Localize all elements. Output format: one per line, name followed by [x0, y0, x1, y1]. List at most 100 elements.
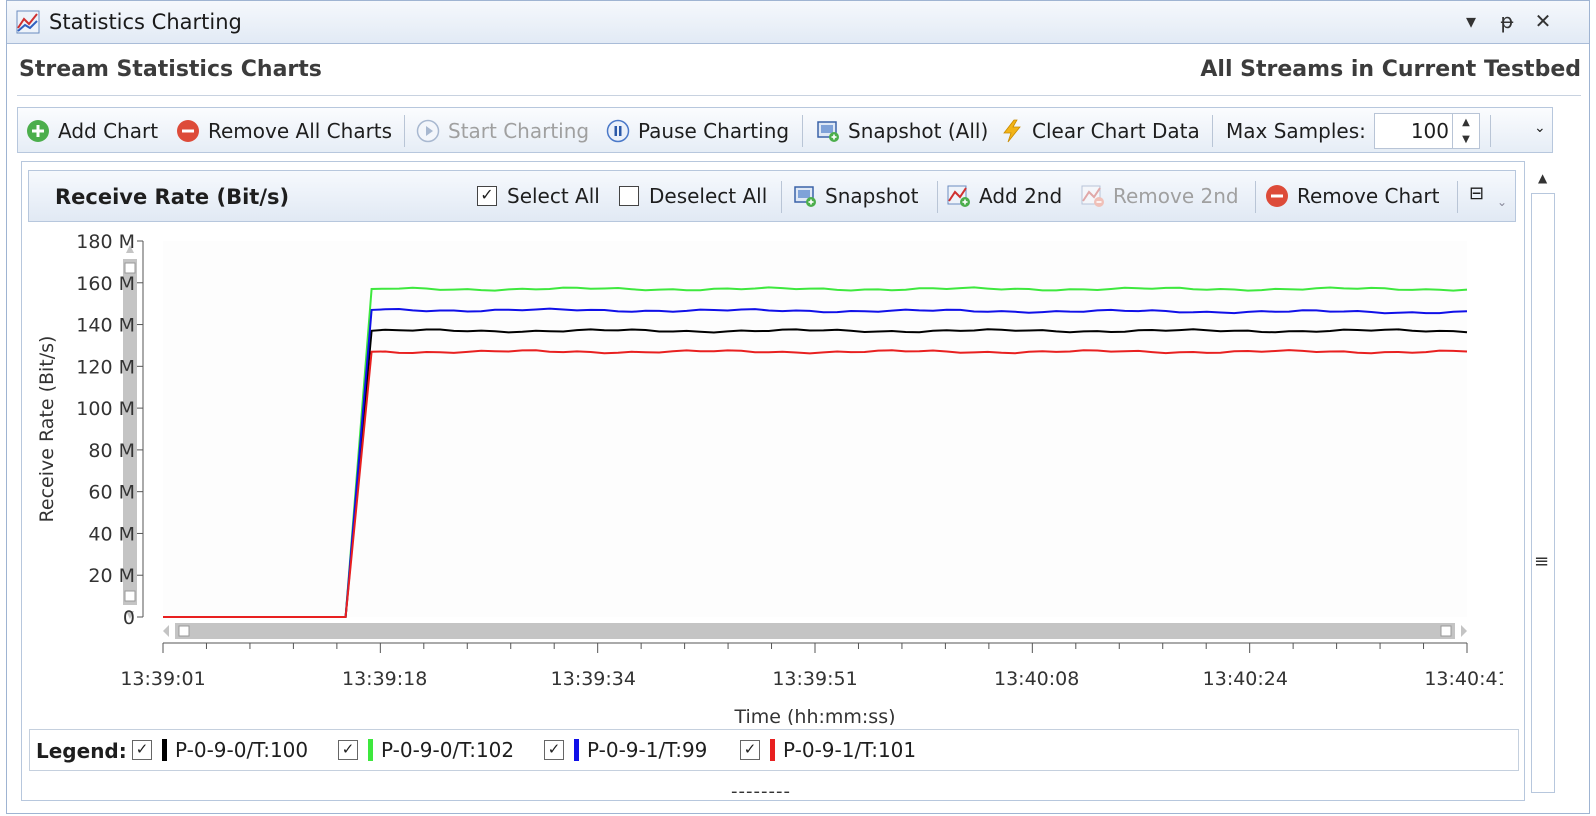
legend-checkbox-icon[interactable]: ✓ [740, 740, 760, 760]
scroll-up-arrow-icon[interactable]: ▲ [1538, 171, 1547, 185]
receive-rate-chart: 0 20 M 40 M 60 M 80 M 100 M 120 M 140 M 160 M 180… [36, 231, 1503, 725]
legend-label: P-0-9-1/T:99 [587, 738, 708, 762]
chart-toolbar: Receive Rate (Bit/s) ✓ Select All Desele… [28, 170, 1516, 222]
snapshot-button[interactable]: Snapshot [793, 181, 919, 211]
legend-item[interactable]: ✓ P-0-9-1/T:99 [544, 738, 707, 762]
y-tick-label: 180 M [76, 231, 135, 253]
legend-label: P-0-9-1/T:101 [783, 738, 917, 762]
x-axis-label: Time (hh:mm:ss) [733, 706, 895, 725]
y-slider-handle-bottom [124, 590, 136, 602]
add-chart-label: Add Chart [58, 119, 159, 143]
remove-2nd-button[interactable]: Remove 2nd [1081, 181, 1239, 211]
toolbar-separator [802, 115, 803, 147]
start-charting-button[interactable]: Start Charting [416, 117, 589, 145]
legend-swatch [368, 739, 373, 761]
chart-toolbar-overflow-icon[interactable]: ⌄ [1497, 195, 1507, 209]
pin-icon[interactable]: ᵽ [1495, 9, 1519, 33]
chart-toolbar-separator [781, 181, 782, 213]
y-tick-label: 120 M [76, 356, 135, 378]
remove-chart-label: Remove Chart [1297, 184, 1440, 208]
main-toolbar: Add Chart Remove All Charts Start Charti… [17, 107, 1553, 153]
toolbar-overflow-icon[interactable]: ⌄ [1534, 120, 1546, 136]
x-range-slider [175, 623, 1455, 639]
chart-app-icon [16, 10, 40, 34]
x-slider-handle-left [178, 625, 190, 637]
y-tick-label: 100 M [76, 398, 135, 420]
pause-charting-button[interactable]: Pause Charting [606, 117, 789, 145]
scrollbar-thumb[interactable] [1531, 193, 1555, 793]
x-tick-label: 13:39:51 [772, 668, 857, 690]
play-icon [416, 119, 440, 143]
remove-icon [1266, 185, 1288, 207]
snapshot-all-button[interactable]: Snapshot (All) [816, 117, 988, 145]
remove-all-charts-button[interactable]: Remove All Charts [176, 117, 392, 145]
legend-item[interactable]: ✓ P-0-9-0/T:100 [132, 738, 308, 762]
x-tick-label: 13:39:18 [342, 668, 427, 690]
snapshot-icon [817, 121, 839, 142]
chart-toolbar-separator [937, 181, 938, 213]
max-samples-label: Max Samples: [1226, 117, 1366, 145]
remove-chart-button[interactable]: Remove Chart [1265, 181, 1439, 211]
max-samples-stepper[interactable]: 100 ▲ ▼ [1374, 113, 1480, 149]
scope-heading: All Streams in Current Testbed [1200, 57, 1581, 82]
legend-item[interactable]: ✓ P-0-9-1/T:101 [740, 738, 916, 762]
x-tick-label: 13:39:34 [551, 668, 636, 690]
y-range-slider [123, 259, 137, 605]
y-tick-label: 20 M [88, 565, 135, 587]
increment-arrow-icon[interactable]: ▲ [1452, 114, 1479, 131]
clear-chart-data-label: Clear Chart Data [1032, 119, 1200, 143]
snapshot-label: Snapshot [825, 184, 919, 208]
y-axis-label: Receive Rate (Bit/s) [36, 336, 58, 523]
y-tick-label: 60 M [88, 482, 135, 504]
chart-toolbar-separator [1457, 181, 1458, 213]
scroll-grip-icon[interactable]: ≡ [1534, 551, 1549, 572]
select-all-button[interactable]: ✓ Select All [477, 181, 600, 211]
x-slider-handle-right [1440, 625, 1452, 637]
pause-charting-label: Pause Charting [638, 119, 790, 143]
legend-checkbox-icon[interactable]: ✓ [544, 740, 564, 760]
statistics-charting-window: Statistics Charting ▾ ᵽ ✕ Stream Statist… [6, 0, 1590, 814]
snapshot-all-label: Snapshot (All) [848, 119, 989, 143]
toolbar-separator [1212, 115, 1213, 147]
collapse-icon[interactable]: ⊟ [1469, 183, 1484, 204]
legend-swatch [770, 739, 775, 761]
add-2nd-button[interactable]: Add 2nd [947, 181, 1062, 211]
y-tick-label: 160 M [76, 273, 135, 295]
x-tick-label: 13:40:41 [1424, 668, 1503, 690]
deselect-all-button[interactable]: Deselect All [619, 181, 767, 211]
add-chart-button[interactable]: Add Chart [26, 117, 158, 145]
y-tick-label: 140 M [76, 315, 135, 337]
checked-checkbox-icon: ✓ [477, 186, 497, 206]
remove-icon [177, 120, 199, 142]
x-tick-label: 13:40:24 [1203, 668, 1288, 690]
legend-item[interactable]: ✓ P-0-9-0/T:102 [338, 738, 514, 762]
start-charting-label: Start Charting [448, 119, 590, 143]
legend-checkbox-icon[interactable]: ✓ [338, 740, 358, 760]
y-tick-label: 40 M [88, 523, 135, 545]
lightning-icon [1003, 119, 1021, 143]
legend: Legend: ✓ P-0-9-0/T:100 ✓ P-0-9-0/T:102 … [29, 729, 1519, 771]
x-tick-label: 13:39:01 [120, 668, 205, 690]
x-slider-right-arrow-icon [1461, 625, 1467, 637]
max-samples-value[interactable]: 100 [1411, 119, 1449, 143]
y-tick-label: 80 M [88, 440, 135, 462]
close-icon[interactable]: ✕ [1531, 9, 1555, 33]
x-slider-left-arrow-icon [163, 625, 169, 637]
vertical-scrollbar[interactable]: ▲ ≡ [1529, 161, 1559, 801]
remove-2nd-label: Remove 2nd [1113, 184, 1239, 208]
snapshot-icon [794, 186, 816, 207]
clear-chart-data-button[interactable]: Clear Chart Data [1000, 117, 1200, 145]
decrement-arrow-icon[interactable]: ▼ [1452, 131, 1479, 148]
add-2nd-label: Add 2nd [979, 184, 1063, 208]
empty-checkbox-icon [619, 186, 639, 206]
toolbar-separator [404, 115, 405, 147]
legend-label: P-0-9-0/T:100 [175, 738, 309, 762]
legend-label: P-0-9-0/T:102 [381, 738, 515, 762]
window-menu-dropdown-icon[interactable]: ▾ [1459, 9, 1483, 33]
panel-splitter-handle[interactable]: -------- [731, 781, 791, 802]
legend-swatch [162, 739, 167, 761]
x-tick-label: 13:40:08 [994, 668, 1079, 690]
remove-second-axis-icon [1081, 185, 1104, 207]
legend-checkbox-icon[interactable]: ✓ [132, 740, 152, 760]
charts-heading: Stream Statistics Charts [19, 57, 322, 82]
